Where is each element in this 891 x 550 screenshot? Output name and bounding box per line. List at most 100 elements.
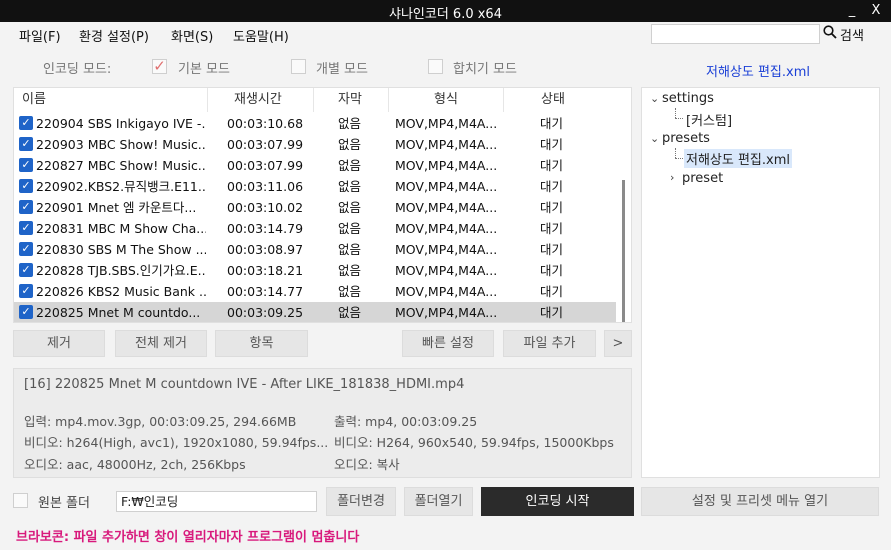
cell-subtitle: 없음 <box>338 116 362 131</box>
table-row[interactable]: ✓ 220901 Mnet 엠 카운트다... 00:03:10.02 없음 MOV,M… <box>14 197 616 218</box>
column-header-name[interactable]: 이름 <box>14 88 208 112</box>
cell-duration: 00:03:08.97 <box>227 242 304 257</box>
column-header-format[interactable]: 형식 <box>389 88 504 112</box>
cell-duration: 00:03:10.68 <box>227 116 304 131</box>
cell-format: MOV,MP4,M4A... <box>395 263 498 278</box>
close-button[interactable]: X <box>866 1 886 21</box>
tree-node-presets[interactable]: presets <box>662 131 710 146</box>
row-checkbox[interactable]: ✓ <box>19 158 33 172</box>
table-row[interactable]: ✓ 220827 MBC Show! Music... 00:03:07.99 없음 M… <box>14 155 616 176</box>
cell-name: 220825 Mnet M countdo... <box>36 305 201 320</box>
more-button[interactable]: > <box>604 330 632 357</box>
remove-all-button[interactable]: 전체 제거 <box>115 330 207 357</box>
table-row[interactable]: ✓ 220830 SBS M The Show ... 00:03:08.97 없음 M… <box>14 239 616 260</box>
tree-connector <box>675 158 683 159</box>
file-list-table[interactable]: 이름 재생시간 자막 형식 상태 ✓ 220904 SBS Inkigayo IV… <box>13 87 632 323</box>
menu-file[interactable]: 파일(F) <box>19 26 61 45</box>
individual-mode-checkbox[interactable] <box>291 59 306 74</box>
table-row[interactable]: ✓ 220902.KBS2.뮤직뱅크.E11... 00:03:11.06 없음 MOV… <box>14 176 616 197</box>
cell-subtitle: 없음 <box>338 305 362 320</box>
add-file-button[interactable]: 파일 추가 <box>503 330 596 357</box>
change-folder-button[interactable]: 폴더변경 <box>326 487 396 516</box>
expand-presets-icon[interactable]: ⌄ <box>650 132 659 145</box>
cell-name: 220826 KBS2 Music Bank ... <box>36 284 206 299</box>
cell-status: 대기 <box>540 137 564 152</box>
cell-format: MOV,MP4,M4A... <box>395 242 498 257</box>
cell-subtitle: 없음 <box>338 221 362 236</box>
quick-settings-button[interactable]: 빠른 설정 <box>402 330 494 357</box>
table-row[interactable]: ✓ 220831 MBC M Show Cha... 00:03:14.79 없음 MO… <box>14 218 616 239</box>
table-row[interactable]: ✓ 220904 SBS Inkigayo IVE -... 00:03:10.68… <box>14 113 616 134</box>
row-checkbox[interactable]: ✓ <box>19 305 33 319</box>
row-checkbox[interactable]: ✓ <box>19 221 33 235</box>
cell-duration: 00:03:11.06 <box>227 179 304 194</box>
cell-subtitle: 없음 <box>338 200 362 215</box>
source-folder-checkbox[interactable] <box>13 493 28 508</box>
tree-node-selected-preset[interactable]: 저해상도 편집.xml <box>684 149 792 168</box>
cell-subtitle: 없음 <box>338 242 362 257</box>
search-icon <box>823 25 837 43</box>
search-label: 검색 <box>840 28 864 44</box>
info-audio-input: 오디오: aac, 48000Hz, 2ch, 256Kbps <box>24 457 246 472</box>
row-checkbox[interactable]: ✓ <box>19 242 33 256</box>
row-checkbox[interactable]: ✓ <box>19 200 33 214</box>
preset-tree[interactable]: ⌄ settings [커스텀] ⌄ presets 저해상도 편집.xml ›… <box>641 87 880 478</box>
cell-status: 대기 <box>540 200 564 215</box>
start-encoding-button[interactable]: 인코딩 시작 <box>481 487 634 516</box>
tree-node-preset[interactable]: preset <box>682 171 723 186</box>
search-input[interactable] <box>651 24 820 44</box>
column-header-subtitle[interactable]: 자막 <box>314 88 389 112</box>
cell-format: MOV,MP4,M4A... <box>395 284 498 299</box>
row-checkbox[interactable]: ✓ <box>19 137 33 151</box>
cell-duration: 00:03:14.77 <box>227 284 304 299</box>
table-row[interactable]: ✓ 220903 MBC Show! Music... 00:03:07.99 없음 M… <box>14 134 616 155</box>
source-folder-label: 원본 폴더 <box>38 496 90 511</box>
cell-duration: 00:03:07.99 <box>227 137 304 152</box>
row-checkbox[interactable]: ✓ <box>19 179 33 193</box>
menu-help[interactable]: 도움말(H) <box>233 26 289 45</box>
cell-subtitle: 없음 <box>338 263 362 278</box>
info-video-input: 비디오: h264(High, avc1), 1920x1080, 59.94f… <box>24 435 329 450</box>
cell-status: 대기 <box>540 179 564 194</box>
tree-node-custom[interactable]: [커스텀] <box>686 110 732 129</box>
cell-name: 220830 SBS M The Show ... <box>36 242 206 257</box>
remove-button[interactable]: 제거 <box>13 330 105 357</box>
cell-format: MOV,MP4,M4A... <box>395 179 498 194</box>
open-folder-button[interactable]: 폴더열기 <box>404 487 473 516</box>
cell-duration: 00:03:07.99 <box>227 158 304 173</box>
list-scrollbar[interactable] <box>622 180 625 322</box>
individual-mode-label: 개별 모드 <box>316 62 368 77</box>
settings-menu-button[interactable]: 설정 및 프리셋 메뉴 열기 <box>641 487 879 516</box>
minimize-button[interactable]: _ <box>842 1 862 21</box>
cell-status: 대기 <box>540 242 564 257</box>
cell-format: MOV,MP4,M4A... <box>395 305 498 320</box>
expand-settings-icon[interactable]: ⌄ <box>650 92 659 105</box>
row-checkbox[interactable]: ✓ <box>19 116 33 130</box>
info-input: 입력: mp4.mov.3gp, 00:03:09.25, 294.66MB <box>24 414 297 429</box>
row-checkbox[interactable]: ✓ <box>19 284 33 298</box>
info-output: 출력: mp4, 00:03:09.25 <box>334 414 478 429</box>
column-header-duration[interactable]: 재생시간 <box>208 88 314 112</box>
tree-node-settings[interactable]: settings <box>662 91 714 106</box>
menu-preferences[interactable]: 환경 설정(P) <box>79 26 149 45</box>
search-button[interactable]: 검색 <box>823 25 864 44</box>
output-path-field[interactable]: F:₩인코딩 <box>116 491 317 512</box>
cell-duration: 00:03:18.21 <box>227 263 304 278</box>
table-row[interactable]: ✓ 220826 KBS2 Music Bank ... 00:03:14.77 없음… <box>14 281 616 302</box>
basic-mode-checkbox[interactable]: ✓ <box>152 59 167 74</box>
column-header-status[interactable]: 상태 <box>504 88 604 112</box>
cell-format: MOV,MP4,M4A... <box>395 221 498 236</box>
row-checkbox[interactable]: ✓ <box>19 263 33 277</box>
cell-status: 대기 <box>540 116 564 131</box>
cell-subtitle: 없음 <box>338 284 362 299</box>
items-button[interactable]: 항목 <box>215 330 308 357</box>
table-row[interactable]: ✓ 220825 Mnet M countdo... 00:03:09.25 없음 MO… <box>14 302 616 322</box>
merge-mode-checkbox[interactable] <box>428 59 443 74</box>
menu-view[interactable]: 화면(S) <box>171 26 213 45</box>
file-info-panel: [16] 220825 Mnet M countdown IVE - After… <box>13 368 632 478</box>
cell-status: 대기 <box>540 305 564 320</box>
current-preset-link[interactable]: 저해상도 편집.xml <box>706 61 810 80</box>
expand-preset-icon[interactable]: › <box>670 171 674 184</box>
tree-connector <box>675 118 683 119</box>
table-row[interactable]: ✓ 220828 TJB.SBS.인기가요.E... 00:03:18.21 없음 MO… <box>14 260 616 281</box>
